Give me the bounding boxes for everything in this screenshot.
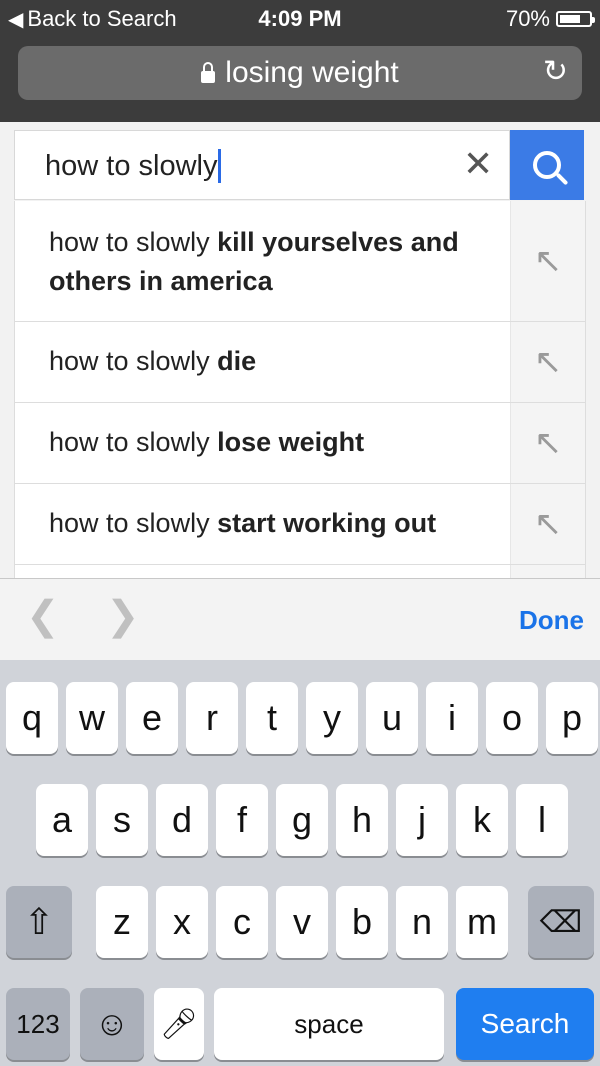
done-button[interactable]: Done xyxy=(519,605,584,636)
suggestion-item-partial xyxy=(15,565,585,579)
suggestion-text: how to slowly start working out xyxy=(49,508,437,538)
key-g[interactable]: g xyxy=(276,784,328,856)
chevron-left-icon[interactable]: ❮ xyxy=(26,593,60,639)
fill-suggestion-arrow-icon: ↖ xyxy=(533,424,563,462)
search-input[interactable]: how to slowly ✕ xyxy=(14,130,510,200)
search-icon xyxy=(533,151,561,179)
numbers-key[interactable]: 123 xyxy=(6,988,70,1060)
key-p[interactable]: p xyxy=(546,682,598,754)
suggestion-item[interactable]: how to slowly kill yourselves and others… xyxy=(15,201,585,322)
lock-icon xyxy=(201,62,216,83)
delete-key[interactable]: ⌫ xyxy=(528,886,594,958)
key-b[interactable]: b xyxy=(336,886,388,958)
text-cursor xyxy=(218,149,222,183)
battery-percent: 70% xyxy=(505,6,550,31)
key-t[interactable]: t xyxy=(246,682,298,754)
key-h[interactable]: h xyxy=(336,784,388,856)
status-bar: ◀ Back to Search 4:09 PM 70% xyxy=(0,0,600,40)
fill-suggestion-arrow-icon: ↖ xyxy=(533,242,563,280)
shift-key[interactable]: ⇧ xyxy=(6,886,72,958)
search-button[interactable] xyxy=(510,130,584,200)
suggestion-text: how to slowly kill yourselves and others… xyxy=(49,227,459,296)
emoji-key[interactable]: ☺ xyxy=(80,988,144,1060)
fill-suggestion-button[interactable]: ↖ xyxy=(510,322,585,402)
key-z[interactable]: z xyxy=(96,886,148,958)
fill-suggestion-button[interactable]: ↖ xyxy=(510,201,585,321)
fill-suggestion-arrow-icon: ↖ xyxy=(533,343,563,381)
key-w[interactable]: w xyxy=(66,682,118,754)
suggestion-text: how to slowly die xyxy=(49,346,257,376)
battery-icon xyxy=(556,11,595,27)
battery-indicator: 70% xyxy=(505,6,595,32)
key-m[interactable]: m xyxy=(456,886,508,958)
emoji-icon: ☺ xyxy=(94,1004,130,1043)
delete-icon: ⌫ xyxy=(539,905,583,939)
keyboard: ⇧ ⌫ 123 ☺ 🎤︎ space Search qwertyuiop asdf… xyxy=(0,660,600,1066)
search-query-text: how to slowly xyxy=(45,149,218,182)
key-e[interactable]: e xyxy=(126,682,178,754)
key-q[interactable]: q xyxy=(6,682,58,754)
key-f[interactable]: f xyxy=(216,784,268,856)
key-s[interactable]: s xyxy=(96,784,148,856)
clear-icon[interactable]: ✕ xyxy=(463,143,493,185)
key-i[interactable]: i xyxy=(426,682,478,754)
key-r[interactable]: r xyxy=(186,682,238,754)
fill-suggestion-button[interactable]: ↖ xyxy=(510,403,585,483)
suggestion-item[interactable]: how to slowly start working out ↖ xyxy=(15,484,585,565)
key-n[interactable]: n xyxy=(396,886,448,958)
address-text: losing weight xyxy=(225,56,399,89)
dictation-key[interactable]: 🎤︎ xyxy=(154,988,204,1060)
key-y[interactable]: y xyxy=(306,682,358,754)
key-x[interactable]: x xyxy=(156,886,208,958)
key-u[interactable]: u xyxy=(366,682,418,754)
shift-icon: ⇧ xyxy=(23,901,55,942)
reload-icon[interactable]: ↻ xyxy=(543,54,568,89)
fill-suggestion-button[interactable]: ↖ xyxy=(510,484,585,564)
key-l[interactable]: l xyxy=(516,784,568,856)
fill-suggestion-button xyxy=(510,565,585,579)
fill-suggestion-arrow-icon: ↖ xyxy=(533,505,563,543)
chevron-right-icon[interactable]: ❯ xyxy=(106,593,140,639)
key-j[interactable]: j xyxy=(396,784,448,856)
key-k[interactable]: k xyxy=(456,784,508,856)
suggestion-item[interactable]: how to slowly lose weight ↖ xyxy=(15,403,585,484)
search-key[interactable]: Search xyxy=(456,988,594,1060)
address-bar[interactable]: losing weight ↻ xyxy=(18,46,582,100)
key-a[interactable]: a xyxy=(36,784,88,856)
key-o[interactable]: o xyxy=(486,682,538,754)
key-c[interactable]: c xyxy=(216,886,268,958)
suggestion-text: how to slowly lose weight xyxy=(49,427,365,457)
suggestion-item[interactable]: how to slowly die ↖ xyxy=(15,322,585,403)
suggestion-list: how to slowly kill yourselves and others… xyxy=(14,201,586,579)
keyboard-accessory-bar: ❮ ❯ Done xyxy=(0,578,600,660)
microphone-icon: 🎤︎ xyxy=(159,1007,199,1041)
key-d[interactable]: d xyxy=(156,784,208,856)
key-v[interactable]: v xyxy=(276,886,328,958)
space-key[interactable]: space xyxy=(214,988,444,1060)
